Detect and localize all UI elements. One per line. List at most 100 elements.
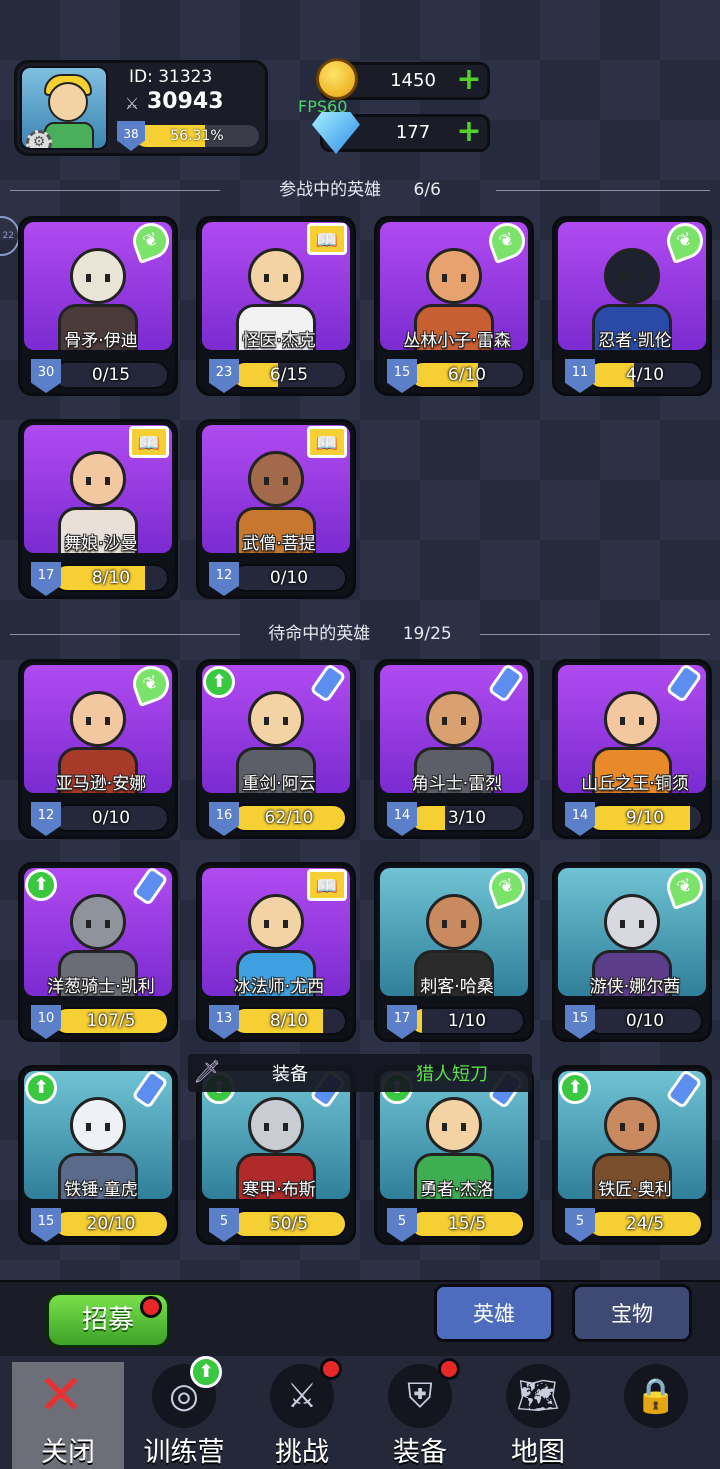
hero-name: 刺客·哈桑	[420, 977, 494, 996]
hero-progress-text: 20/10	[86, 1214, 136, 1234]
hero-level-badge: 17	[31, 562, 61, 596]
hero-level-badge: 13	[209, 1005, 239, 1039]
player-id: ID: 31323	[129, 67, 213, 87]
hero-level-badge: 14	[565, 802, 595, 836]
hero-card[interactable]: 忍者·凯伦 ❦ 11 4/10	[552, 216, 712, 396]
hero-progress-bar: 6/15	[231, 361, 347, 389]
hero-card[interactable]: 寒甲·布斯⬆550/5	[196, 1065, 356, 1245]
tab-treasure[interactable]: 宝物	[572, 1284, 692, 1342]
hero-progress-bar: 0/15	[53, 361, 169, 389]
hero-name: 角斗士·雷烈	[411, 774, 503, 793]
hero-name: 寒甲·布斯	[242, 1180, 316, 1199]
lock-icon: 🔒	[624, 1364, 688, 1428]
fps-counter: FPS60	[298, 97, 348, 116]
book-icon: 📖	[307, 426, 347, 458]
hero-name: 骨矛·伊迪	[64, 331, 138, 350]
hero-card[interactable]: 铁匠·奥利 ⬆ 5 24/5	[552, 1065, 712, 1245]
hero-progress-text: 9/10	[625, 808, 665, 828]
hero-eyes	[442, 717, 466, 725]
hero-level-badge: 11	[565, 359, 595, 393]
hero-progress-text: 8/10	[269, 1011, 309, 1031]
hero-card[interactable]: 山丘之王·铜须 14 9/10	[552, 659, 712, 839]
hero-eyes	[264, 274, 288, 282]
hero-progress-text: 1/10	[447, 1011, 487, 1031]
reserve-heroes-header: 待命中的英雄 19/25	[10, 622, 710, 646]
hero-eyes	[620, 1123, 644, 1131]
hero-card[interactable]: 骨矛·伊迪 ❦ 30 0/15	[18, 216, 178, 396]
divider-line	[496, 190, 710, 191]
hero-card[interactable]: 勇者·杰洛⬆515/5	[374, 1065, 534, 1245]
player-avatar[interactable]: ⚙	[20, 66, 108, 150]
hero-card[interactable]: 丛林小子·雷森 ❦ 15 6/10	[374, 216, 534, 396]
hero-eyes	[86, 920, 110, 928]
nav-item-5[interactable]: 🗺 地图	[482, 1362, 594, 1469]
hero-card[interactable]: 武僧·菩提 📖 12 0/10	[196, 419, 356, 599]
bottom-navigation: ✕ 关闭 ◎ ⬆ 训练营 ⚔ 挑战 ⛨ 装备 🗺 地图 🔒	[0, 1356, 720, 1469]
hero-progress-text: 0/10	[269, 568, 309, 588]
player-profile-panel[interactable]: ⚙ ID: 31323 ⚔ 30943 38 56.31%	[14, 60, 268, 156]
hero-progress-text: 15/5	[447, 1214, 487, 1234]
hero-card[interactable]: 铁锤·童虎 ⬆ 15 20/10	[18, 1065, 178, 1245]
nav-item-3[interactable]: ⚔ 挑战	[246, 1358, 358, 1469]
hero-card[interactable]: 洋葱骑士·凯利 ⬆ 10 107/5	[18, 862, 178, 1042]
hero-progress-bar: 0/10	[231, 564, 347, 592]
hero-name: 重剑·阿云	[242, 774, 316, 793]
hero-card[interactable]: 怪医·杰克 📖 23 6/15	[196, 216, 356, 396]
hero-progress-bar: 0/10	[587, 1007, 703, 1035]
dagger-icon: 🗡	[193, 1060, 221, 1085]
hero-progress-text: 6/10	[447, 365, 487, 385]
add-gold-button[interactable]: +	[455, 65, 483, 95]
hero-card[interactable]: 角斗士·雷烈 14 3/10	[374, 659, 534, 839]
hero-progress-text: 0/10	[91, 808, 131, 828]
nav-label: 挑战	[275, 1437, 329, 1468]
hero-level-badge: 16	[209, 802, 239, 836]
player-xp-text: 56.31%	[170, 128, 224, 144]
hero-card[interactable]: 亚马逊·安娜 ❦ 12 0/10	[18, 659, 178, 839]
hero-progress-bar: 0/10	[53, 804, 169, 832]
hero-eyes	[620, 920, 644, 928]
hero-progress-bar: 24/5	[587, 1210, 703, 1238]
hero-name: 亚马逊·安娜	[55, 774, 147, 793]
close-icon: ✕	[37, 1363, 85, 1428]
hero-level-badge: 15	[565, 1005, 595, 1039]
hero-card[interactable]: 重剑·阿云 ⬆ 16 62/10	[196, 659, 356, 839]
nav-item-4[interactable]: ⛨ 装备	[364, 1358, 476, 1469]
hero-progress-bar: 6/10	[409, 361, 525, 389]
add-gems-button[interactable]: +	[455, 117, 483, 147]
hero-name: 游侠·娜尔茜	[589, 977, 681, 996]
nav-item-1[interactable]: ✕ 关闭	[12, 1362, 124, 1469]
hero-progress-text: 3/10	[447, 808, 487, 828]
hero-progress-text: 8/10	[91, 568, 131, 588]
hero-eyes	[620, 717, 644, 725]
tab-heroes[interactable]: 英雄	[434, 1284, 554, 1342]
nav-item-2[interactable]: ◎ ⬆ 训练营	[128, 1356, 240, 1469]
gold-amount: 1450	[390, 70, 436, 91]
hero-card[interactable]: 游侠·娜尔茜 ❦ 15 0/10	[552, 862, 712, 1042]
tooltip-item-name: 猎人短刀	[416, 1064, 488, 1085]
hero-card[interactable]: 冰法师·尤西 📖 13 8/10	[196, 862, 356, 1042]
nav-label: 地图	[511, 1437, 565, 1468]
upgrade-arrow-icon: ⬆	[25, 869, 57, 901]
hero-card[interactable]: 刺客·哈桑 ❦ 17 1/10	[374, 862, 534, 1042]
hero-progress-bar: 4/10	[587, 361, 703, 389]
hero-level-badge: 10	[31, 1005, 61, 1039]
hero-name: 铁匠·奥利	[598, 1180, 672, 1199]
hero-eyes	[86, 477, 110, 485]
book-icon: 📖	[307, 223, 347, 255]
book-icon: 📖	[307, 869, 347, 901]
hero-progress-text: 6/15	[269, 365, 309, 385]
equipment-tooltip: 🗡 装备 猎人短刀	[188, 1054, 532, 1092]
hero-progress-bar: 20/10	[53, 1210, 169, 1238]
hero-progress-bar: 9/10	[587, 804, 703, 832]
hero-level-badge: 5	[565, 1208, 595, 1242]
nav-label: 装备	[393, 1437, 447, 1468]
nav-item-6[interactable]: 🔒	[600, 1362, 712, 1469]
gear-icon[interactable]: ⚙	[26, 130, 52, 148]
book-icon: 📖	[129, 426, 169, 458]
upgrade-arrow-icon: ⬆	[25, 1072, 57, 1104]
hero-card[interactable]: 舞娘·沙曼 📖 17 8/10	[18, 419, 178, 599]
hero-name: 丛林小子·雷森	[403, 331, 511, 350]
map-icon: 🗺	[506, 1364, 570, 1428]
hero-progress-text: 50/5	[269, 1214, 309, 1234]
side-indicator[interactable]: 22	[0, 216, 20, 256]
